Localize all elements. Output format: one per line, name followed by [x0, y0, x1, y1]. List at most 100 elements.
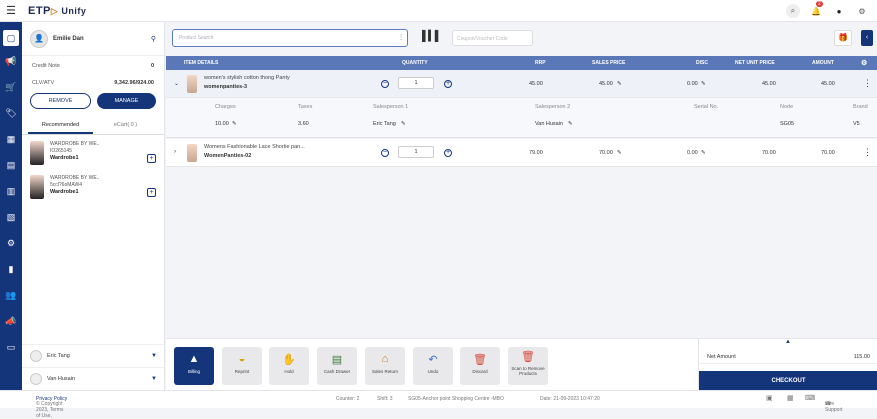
- edit-icon[interactable]: ✎: [568, 121, 573, 127]
- minus-icon[interactable]: −: [381, 80, 389, 88]
- sidebar-cart-icon[interactable]: 🛒: [0, 76, 22, 98]
- list-item[interactable]: WARDROBE BY WE.. IO265145 Wardrobe1 +: [22, 135, 164, 169]
- discard-button[interactable]: 🗑 Discard: [460, 347, 500, 385]
- return-icon: ⌂: [381, 353, 389, 365]
- sidebar-tag-icon[interactable]: 🏷: [0, 102, 22, 124]
- sidebar-settings-icon[interactable]: ⚙: [0, 232, 22, 254]
- quantity-input[interactable]: 1: [398, 146, 434, 158]
- reprint-label: Reprint: [234, 369, 250, 374]
- col-quantity: QUANTITY: [402, 60, 428, 66]
- chevron-down-icon: ▼: [151, 375, 157, 382]
- sidebar-book-icon[interactable]: ▮: [0, 258, 22, 280]
- rec-brand: Wardrobe1: [50, 189, 79, 195]
- tab-recommended[interactable]: Recommended: [28, 118, 93, 134]
- quantity-input[interactable]: 1: [398, 77, 434, 89]
- more-icon[interactable]: ⋮: [863, 147, 872, 158]
- user-icon[interactable]: ●: [832, 4, 846, 18]
- salesperson2-label: Salesperson 2: [535, 104, 571, 110]
- net-unit-price-value: 70.00: [762, 150, 776, 156]
- list-item[interactable]: WARDROBE BY WE.. 5ccl?6oMAW4 Wardrobe1 +: [22, 169, 164, 203]
- more-icon[interactable]: ⋮: [863, 78, 872, 89]
- disc-value: 0.00: [687, 81, 698, 87]
- charges-value: 10.00: [215, 121, 229, 127]
- edit-icon[interactable]: ✎: [617, 150, 622, 156]
- sidebar-users-icon[interactable]: 👥: [0, 284, 22, 306]
- cash-drawer-icon: ▤: [331, 354, 343, 366]
- manage-button[interactable]: MANAGE: [97, 93, 156, 109]
- sidebar-card-icon[interactable]: ▭: [0, 336, 22, 358]
- table-row[interactable]: ⌄ women's stylish cotton thong Panty wom…: [166, 70, 877, 98]
- search-input[interactable]: Product Search ⫶: [172, 29, 408, 47]
- customer-avatar: 👤: [30, 29, 48, 48]
- filter-icon[interactable]: ⫶: [400, 33, 402, 43]
- cash-drawer-button[interactable]: ▤ Cash Drawer: [317, 347, 357, 385]
- plus-icon[interactable]: +: [444, 80, 452, 88]
- gear-icon[interactable]: ⚙: [855, 4, 869, 18]
- reprint-button[interactable]: ◒ Reprint: [222, 347, 262, 385]
- product-code: womenpanties-3: [204, 84, 248, 90]
- sidebar-file-icon[interactable]: ▧: [0, 206, 22, 228]
- hand-icon: ✋: [282, 354, 296, 366]
- chevron-right-icon[interactable]: ›: [174, 149, 176, 155]
- amount-value: 70.00: [821, 150, 835, 156]
- remove-button[interactable]: REMOVE: [30, 93, 91, 109]
- sales-return-label: Sales Return: [371, 369, 398, 374]
- scan-remove-button[interactable]: 🗑 Scan to Remove Products: [508, 347, 548, 385]
- net-unit-price-value: 45.00: [762, 81, 776, 87]
- row-detail: Charges Taxes Salesperson 1 Salesperson …: [166, 98, 877, 138]
- edit-icon[interactable]: ✎: [701, 150, 706, 156]
- bell-icon[interactable]: 🔔 2: [809, 1, 823, 18]
- add-icon[interactable]: +: [147, 188, 156, 197]
- barcode-icon[interactable]: ▌▍▌: [422, 31, 442, 42]
- sidebar-megaphone-icon[interactable]: 📢: [0, 50, 22, 72]
- minus-icon[interactable]: −: [381, 149, 389, 157]
- product-thumbnail: [30, 175, 44, 199]
- tab-ecart[interactable]: eCart( 0 ): [93, 118, 158, 134]
- salesperson-select-1[interactable]: Eric Tang ▼: [22, 344, 165, 366]
- column-settings-icon[interactable]: ⚙: [861, 59, 867, 67]
- sidebar-doc-icon[interactable]: ▥: [0, 180, 22, 202]
- collapse-panel-button[interactable]: ‹: [861, 30, 873, 46]
- footer: © Copyright 2023, Terms of Use, Privacy …: [0, 390, 877, 419]
- edit-icon[interactable]: ✎: [401, 121, 406, 127]
- undo-label: Undo: [427, 369, 439, 374]
- chevron-up-icon[interactable]: ▲: [699, 339, 877, 349]
- trash-icon: 🗑: [473, 354, 487, 366]
- hold-button[interactable]: ✋ Hold: [269, 347, 309, 385]
- gift-icon[interactable]: 🎁: [834, 30, 852, 46]
- plus-icon[interactable]: +: [444, 149, 452, 157]
- keyboard-icon[interactable]: ⌨: [805, 394, 815, 402]
- chevron-down-icon[interactable]: ⌄: [174, 80, 179, 87]
- clv-label: CLV/ATV: [32, 80, 55, 86]
- rrp-value: 45.00: [529, 81, 543, 87]
- sidebar-list-icon[interactable]: ▤: [0, 154, 22, 176]
- sales-return-button[interactable]: ⌂ Sales Return: [365, 347, 405, 385]
- customer-edit-icon[interactable]: ⚲: [151, 35, 156, 43]
- product-image: [187, 144, 197, 162]
- billing-button[interactable]: ▲ Billing: [174, 347, 214, 385]
- display-icon[interactable]: ▣: [766, 394, 773, 402]
- totals-panel: ▲ Net Amount 115.00 CHECKOUT: [698, 338, 877, 391]
- sidebar-pos-icon[interactable]: ▢: [3, 30, 19, 46]
- edit-icon[interactable]: ✎: [617, 81, 622, 87]
- calculator-icon[interactable]: ▦: [787, 394, 794, 402]
- sidebar-announce-icon[interactable]: 📣: [0, 310, 22, 332]
- salesperson-select-2[interactable]: Van Husain ▼: [22, 367, 165, 389]
- product-name: Womens Fashionable Lace Shortie pan...: [204, 144, 305, 150]
- undo-button[interactable]: ↶ Undo: [413, 347, 453, 385]
- taxes-label: Taxes: [298, 104, 313, 110]
- add-icon[interactable]: +: [147, 154, 156, 163]
- coupon-input[interactable]: Coupon/Voucher Code: [452, 30, 533, 46]
- main-area: Product Search ⫶ ▌▍▌ Coupon/Voucher Code …: [166, 22, 877, 391]
- table-row[interactable]: › Womens Fashionable Lace Shortie pan...…: [166, 139, 877, 167]
- taxes-value: 3.60: [298, 121, 309, 127]
- cash-drawer-label: Cash Drawer: [323, 369, 351, 374]
- edit-icon[interactable]: ✎: [232, 121, 237, 127]
- edit-icon[interactable]: ✎: [701, 81, 706, 87]
- col-rrp: RRP: [535, 60, 546, 66]
- sidebar-report-icon[interactable]: ▦: [0, 128, 22, 150]
- menu-icon[interactable]: ☰: [0, 4, 22, 17]
- checkout-button[interactable]: CHECKOUT: [699, 371, 877, 391]
- search-icon[interactable]: ⌕: [786, 4, 800, 18]
- clv-value: 9,342.96/924.00: [114, 80, 154, 86]
